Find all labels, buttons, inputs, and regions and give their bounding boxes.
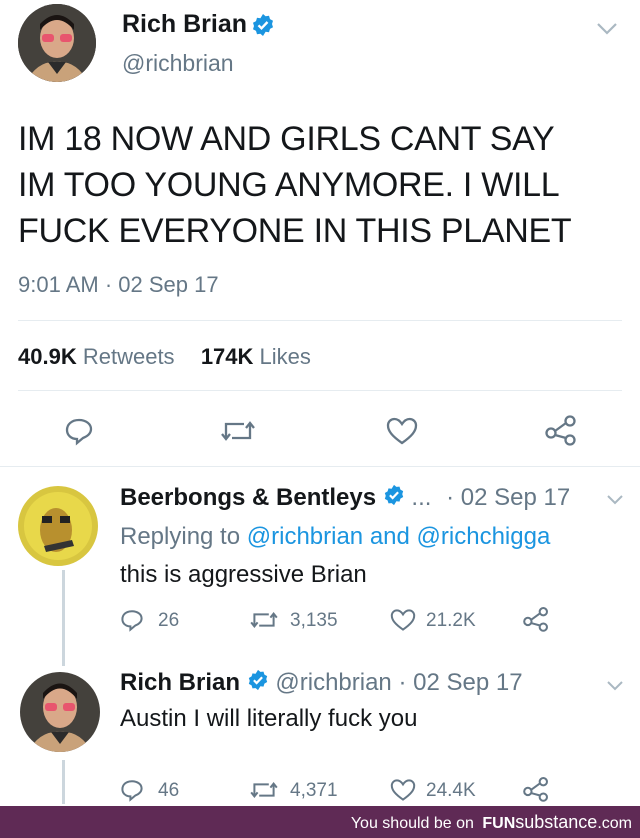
retweet-icon[interactable] <box>250 608 278 632</box>
like-icon[interactable] <box>390 778 416 802</box>
author-name[interactable]: Rich Brian <box>122 10 247 38</box>
reply1-text: this is aggressive Brian <box>120 561 367 588</box>
like-count[interactable]: 24.4K <box>426 780 476 802</box>
likes-count[interactable]: 174K <box>201 344 254 369</box>
reply2-handle-date[interactable]: @richbrian · 02 Sep 17 <box>275 669 522 696</box>
verified-icon <box>247 669 269 698</box>
reply-icon[interactable] <box>120 608 144 632</box>
retweet-count[interactable]: 4,371 <box>290 780 338 802</box>
verified-icon <box>251 13 275 42</box>
verified-icon <box>383 484 405 513</box>
retweet-icon[interactable] <box>250 778 278 802</box>
reply-count[interactable]: 26 <box>158 610 179 632</box>
avatar-beerbongs[interactable] <box>18 486 98 566</box>
tweet-text-line: FUCK EVERYONE IN THIS PLANET <box>18 212 572 250</box>
reply2-header: Rich Brian @richbrian · 02 Sep 17 <box>120 669 523 698</box>
reply-icon[interactable] <box>64 416 94 446</box>
watermark-brand-rest: substance <box>515 812 598 832</box>
tweet-text: IM 18 NOW AND GIRLS CANT SAY IM TOO YOUN… <box>18 116 572 254</box>
like-icon[interactable] <box>390 608 416 632</box>
main-author: Rich Brian <box>122 10 275 42</box>
author-handle[interactable]: @richbrian <box>122 50 234 77</box>
watermark-prefix: You should be on <box>350 815 474 832</box>
retweets-label[interactable]: Retweets <box>83 344 175 369</box>
like-count[interactable]: 21.2K <box>426 610 476 632</box>
reply2-action-bar: 46 4,371 24.4K <box>120 776 560 806</box>
reply2-text: Austin I will literally fuck you <box>120 705 418 732</box>
divider <box>0 466 640 467</box>
reply-count[interactable]: 46 <box>158 780 179 802</box>
retweet-icon[interactable] <box>221 416 255 446</box>
avatar-rich-brian[interactable] <box>18 4 96 82</box>
like-icon[interactable] <box>386 416 418 446</box>
chevron-down-icon[interactable] <box>596 22 618 36</box>
reply2-author-name[interactable]: Rich Brian <box>120 669 240 696</box>
watermark-text: You should be on FUNsubstance.com <box>351 812 632 833</box>
replying-to-handles[interactable]: @richbrian and @richchigga <box>247 523 551 550</box>
reply-icon[interactable] <box>120 778 144 802</box>
divider <box>18 320 622 321</box>
retweet-count[interactable]: 40.9K <box>18 344 77 369</box>
reply1-ellipsis: ... <box>411 484 432 511</box>
reply1-header: Beerbongs & Bentleys ... · 02 Sep 17 <box>120 484 570 513</box>
reply1-replying-to: Replying to @richbrian and @richchigga <box>120 523 550 551</box>
engagement-stats: 40.9K Retweets 174K Likes <box>18 344 311 370</box>
share-icon[interactable] <box>544 414 578 446</box>
divider <box>18 390 622 391</box>
share-icon[interactable] <box>522 776 550 802</box>
tweet-text-line: IM 18 NOW AND GIRLS CANT SAY <box>18 120 555 158</box>
reply1-date[interactable]: · 02 Sep 17 <box>446 484 570 511</box>
thread-line <box>62 570 65 666</box>
reply1-action-bar: 26 3,135 21.2K <box>120 606 560 636</box>
tweet-text-line: IM TOO YOUNG ANYMORE. I WILL <box>18 166 560 204</box>
avatar-rich-brian[interactable] <box>20 672 100 752</box>
thread-line <box>62 760 65 804</box>
replying-to-label: Replying to <box>120 523 241 550</box>
likes-label[interactable]: Likes <box>260 344 311 369</box>
share-icon[interactable] <box>522 606 550 632</box>
reply1-author-name[interactable]: Beerbongs & Bentleys <box>120 484 376 511</box>
watermark-footer: You should be on FUNsubstance.com <box>0 806 640 838</box>
watermark-brand-fun: FUN <box>482 815 516 832</box>
chevron-down-icon[interactable] <box>606 680 624 692</box>
tweet-timestamp[interactable]: 9:01 AM · 02 Sep 17 <box>18 272 219 298</box>
chevron-down-icon[interactable] <box>606 494 624 506</box>
watermark-brand-tld: .com <box>597 815 632 832</box>
retweet-count[interactable]: 3,135 <box>290 610 338 632</box>
